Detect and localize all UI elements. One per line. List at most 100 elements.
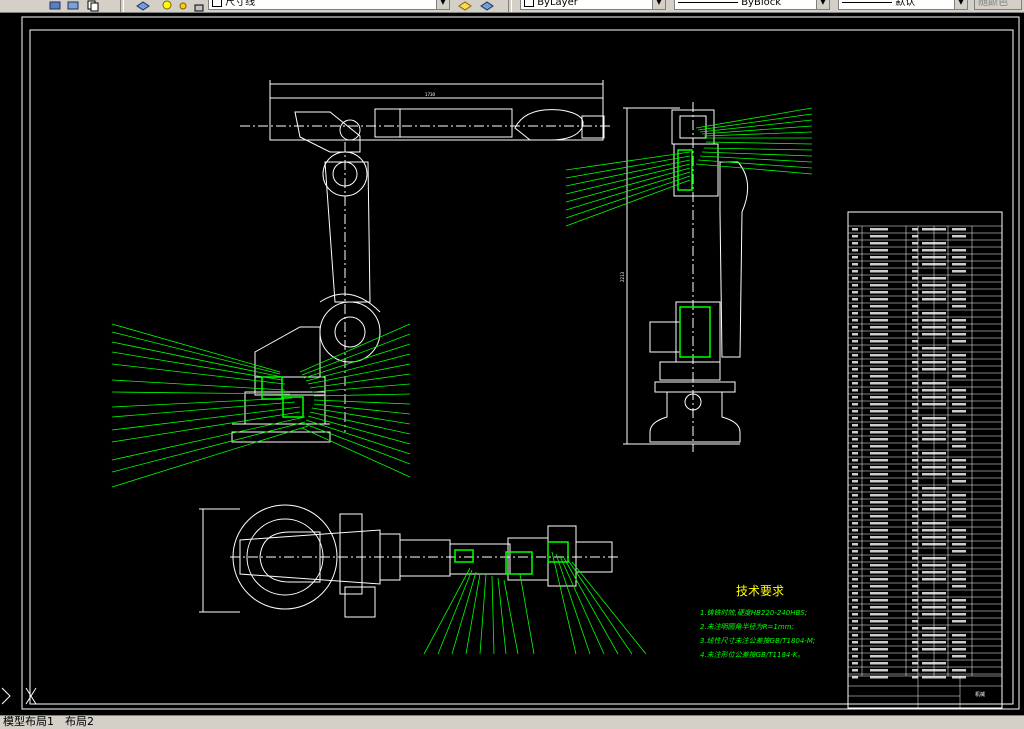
bom-cell-text bbox=[952, 431, 966, 434]
top-view-highlight bbox=[454, 541, 569, 575]
layer-dropdown-value: 尺寸线 bbox=[225, 0, 256, 8]
bom-cell-text bbox=[912, 620, 918, 623]
bom-cell-text bbox=[922, 487, 946, 490]
bom-cell-text bbox=[952, 480, 966, 483]
bom-cell-text bbox=[912, 508, 918, 511]
layer-previous-icon[interactable] bbox=[66, 0, 80, 10]
bom-cell-text bbox=[912, 627, 918, 630]
bom-cell-text bbox=[922, 228, 946, 231]
bom-cell-text bbox=[870, 389, 888, 392]
bom-cell-text bbox=[912, 648, 918, 651]
tab-layout1[interactable]: 布局1 bbox=[22, 716, 57, 728]
layer-previous-2-icon[interactable] bbox=[480, 0, 494, 11]
bom-cell-text bbox=[870, 452, 888, 455]
bom-cell-text bbox=[912, 515, 918, 518]
bom-cell-text bbox=[870, 606, 888, 609]
bom-cell-text bbox=[922, 473, 946, 476]
bom-cell-text bbox=[912, 564, 918, 567]
bom-cell-text bbox=[870, 585, 888, 588]
bom-cell-text bbox=[922, 452, 946, 455]
color-dropdown[interactable]: ByLayer ▼ bbox=[520, 0, 666, 10]
bom-cell-text bbox=[852, 277, 858, 280]
bom-cell-text bbox=[912, 368, 918, 371]
bom-cell-text bbox=[870, 557, 888, 560]
chevron-down-icon[interactable]: ▼ bbox=[652, 0, 665, 9]
bom-cell-text bbox=[922, 333, 946, 336]
bom-cell-text bbox=[952, 424, 966, 427]
bom-cell-text bbox=[922, 319, 946, 322]
bom-cell-text bbox=[870, 298, 888, 301]
bom-cell-text bbox=[922, 648, 946, 651]
bom-cell-text bbox=[952, 375, 966, 378]
bom-cell-text bbox=[922, 312, 946, 315]
bom-cell-text bbox=[870, 445, 888, 448]
make-layer-current-icon[interactable] bbox=[458, 0, 472, 11]
bom-cell-text bbox=[922, 592, 946, 595]
bom-cell-text bbox=[952, 578, 966, 581]
lineweight-dropdown[interactable]: 默认 ▼ bbox=[838, 0, 968, 10]
bom-cell-text bbox=[852, 242, 858, 245]
bom-cell-text bbox=[852, 655, 858, 658]
bom-cell-text bbox=[912, 676, 918, 679]
bom-cell-text bbox=[952, 459, 966, 462]
bom-cell-text bbox=[912, 571, 918, 574]
linetype-dropdown[interactable]: ByBlock ▼ bbox=[674, 0, 830, 10]
drawing-border-outer bbox=[21, 16, 1020, 710]
bom-cell-text bbox=[852, 543, 858, 546]
bom-cell-text bbox=[952, 529, 966, 532]
bom-cell-text bbox=[912, 228, 918, 231]
drawing-canvas[interactable]: 1730 2213 技术要求 1.铸铁时效,硬度HB220-240HBS; 2.… bbox=[0, 12, 1024, 715]
bom-cell-text bbox=[952, 585, 966, 588]
bom-cell-text bbox=[852, 557, 858, 560]
bom-cell-text bbox=[922, 662, 946, 665]
lock-icon[interactable] bbox=[192, 0, 206, 12]
bom-cell-text bbox=[952, 284, 966, 287]
chevron-down-icon[interactable]: ▼ bbox=[954, 0, 967, 9]
chevron-down-icon[interactable]: ▼ bbox=[816, 0, 829, 9]
bom-cell-text bbox=[870, 431, 888, 434]
bom-cell-text bbox=[852, 466, 858, 469]
bom-cell-text bbox=[852, 256, 858, 259]
bom-cell-text bbox=[922, 368, 946, 371]
bom-cell-text bbox=[870, 487, 888, 490]
bom-cell-text bbox=[870, 466, 888, 469]
bom-cell-text bbox=[952, 599, 966, 602]
bom-cell-text bbox=[852, 459, 858, 462]
sun-icon[interactable] bbox=[176, 0, 190, 10]
tab-layout2[interactable]: 布局2 bbox=[62, 716, 97, 728]
bom-cell-text bbox=[912, 641, 918, 644]
bom-cell-text bbox=[852, 480, 858, 483]
plotstyle-dropdown[interactable]: 随颜色 bbox=[974, 0, 1022, 10]
bom-table: 机械 bbox=[847, 211, 1003, 709]
layer-dropdown[interactable]: 尺寸线 ▼ bbox=[208, 0, 450, 10]
bom-cell-text bbox=[852, 676, 858, 679]
bom-cell-text bbox=[852, 564, 858, 567]
bom-cell-text bbox=[922, 361, 946, 364]
bom-cell-text bbox=[870, 508, 888, 511]
bom-cell-text bbox=[852, 536, 858, 539]
bom-cell-text bbox=[952, 263, 966, 266]
bom-cell-text bbox=[912, 284, 918, 287]
layer-manager-icon[interactable] bbox=[136, 0, 150, 11]
bom-cell-text bbox=[952, 403, 966, 406]
layer-states-icon[interactable] bbox=[48, 0, 62, 10]
bom-cell-text bbox=[852, 501, 858, 504]
lightbulb-icon[interactable] bbox=[160, 0, 174, 10]
bom-cell-text bbox=[852, 473, 858, 476]
copy-icon[interactable] bbox=[86, 0, 100, 12]
bom-cell-text bbox=[912, 466, 918, 469]
bom-cell-text bbox=[922, 396, 946, 399]
bom-cell-text bbox=[912, 361, 918, 364]
chevron-down-icon[interactable]: ▼ bbox=[436, 0, 449, 9]
layout-tabs: 模型 布局1 布局2 bbox=[0, 715, 1024, 729]
bom-cell-text bbox=[922, 613, 946, 616]
bom-cell-text bbox=[912, 655, 918, 658]
bom-cell-text bbox=[852, 508, 858, 511]
bom-cell-text bbox=[852, 522, 858, 525]
bom-cell-text bbox=[870, 382, 888, 385]
bom-cell-text bbox=[870, 536, 888, 539]
bom-cell-text bbox=[852, 333, 858, 336]
bom-cell-text bbox=[912, 438, 918, 441]
bom-cell-text bbox=[922, 578, 946, 581]
bom-cell-text bbox=[852, 571, 858, 574]
